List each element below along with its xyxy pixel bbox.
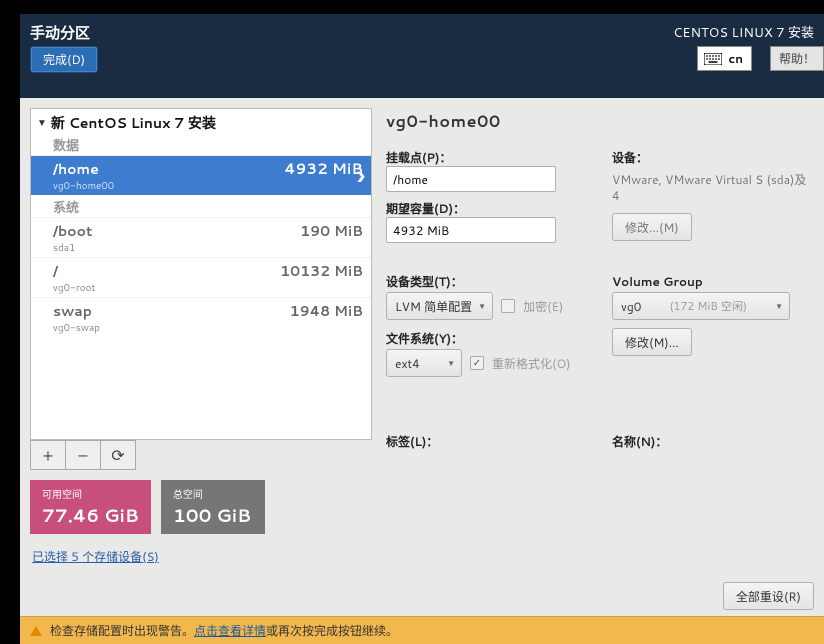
partition-label-label: 标签(L)：: [386, 433, 588, 450]
name-label: 名称(N)：: [612, 433, 814, 450]
dropdown-icon: ▼: [447, 357, 455, 369]
vg-modify-button[interactable]: 修改(M)...: [612, 328, 692, 356]
encrypt-checkbox[interactable]: [501, 299, 515, 313]
vg-label: Volume Group: [612, 273, 814, 290]
help-button[interactable]: 帮助！: [770, 46, 824, 71]
partition-row-swap[interactable]: swap1948 MiB vg0-swap: [31, 297, 371, 337]
capacity-input[interactable]: [386, 217, 556, 243]
keyboard-layout-label: cn: [728, 50, 743, 67]
dropdown-icon: ▼: [775, 300, 783, 312]
fs-select[interactable]: ext4▼: [386, 349, 462, 377]
remove-partition-button[interactable]: –: [65, 440, 101, 470]
warning-icon: [30, 626, 42, 636]
group-label: 数据: [31, 133, 371, 155]
available-space: 可用空间 77.46 GiB: [30, 480, 151, 534]
warning-bar: 检查存储配置时出现警告。点击查看详情或再次按完成按钮继续。: [20, 616, 824, 644]
add-partition-button[interactable]: +: [30, 440, 66, 470]
vg-select[interactable]: vg0 (172 MiB 空闲) ▼: [612, 292, 790, 320]
reload-button[interactable]: ⟳: [100, 440, 136, 470]
partition-row-boot[interactable]: /boot190 MiB sda1: [31, 217, 371, 257]
device-text: VMware, VMware Virtual S (sda)及 4: [612, 172, 814, 203]
device-modify-button[interactable]: 修改...(M): [612, 213, 692, 241]
warning-details-link[interactable]: 点击查看详情: [194, 622, 266, 639]
reset-all-button[interactable]: 全部重设(R): [723, 582, 814, 610]
encrypt-label: 加密(E): [523, 298, 563, 315]
capacity-label: 期望容量(D)：: [386, 200, 588, 217]
done-button[interactable]: 完成(D): [30, 46, 98, 73]
keyboard-layout[interactable]: cn: [697, 46, 752, 71]
devtype-select[interactable]: LVM 简单配置▼: [386, 292, 493, 320]
collapse-caret-icon: ▼: [37, 116, 47, 130]
fs-label: 文件系统(Y)：: [386, 330, 588, 347]
devtype-label: 设备类型(T)：: [386, 273, 588, 290]
partition-tree: ▼ 新 CentOS Linux 7 安装 数据 /home4932 MiB v…: [30, 108, 372, 440]
installer-title: CENTOS LINUX 7 安装: [673, 22, 814, 42]
topbar: 手动分区 完成(D) CENTOS LINUX 7 安装 cn 帮助！: [20, 14, 824, 98]
keyboard-icon: [704, 53, 722, 65]
mount-input[interactable]: [386, 166, 556, 192]
partition-row-home[interactable]: /home4932 MiB vg0-home00: [31, 155, 371, 195]
partition-row-root[interactable]: /10132 MiB vg0-root: [31, 257, 371, 297]
group-label: 系统: [31, 195, 371, 217]
reformat-checkbox[interactable]: ✓: [470, 356, 484, 370]
details-title: vg0-home00: [386, 110, 814, 133]
reformat-label: 重新格式化(O): [492, 355, 571, 372]
total-space: 总空间 100 GiB: [161, 480, 265, 534]
page-title: 手动分区: [30, 22, 90, 43]
partition-toolbar: + – ⟳: [30, 440, 372, 470]
mount-label: 挂载点(P)：: [386, 149, 588, 166]
storage-devices-link[interactable]: 已选择 5 个存储设备(S): [30, 548, 372, 565]
tree-header[interactable]: ▼ 新 CentOS Linux 7 安装: [31, 109, 371, 133]
device-label: 设备：: [612, 149, 814, 166]
dropdown-icon: ▼: [478, 300, 486, 312]
